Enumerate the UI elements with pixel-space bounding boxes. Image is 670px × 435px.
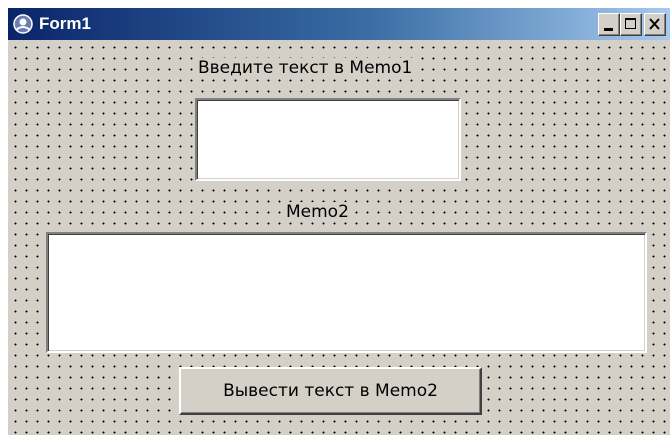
output-to-memo2-button[interactable]: Вывести текст в Memo2 — [179, 367, 482, 415]
memo2-input[interactable] — [46, 232, 647, 353]
memo1-label: Введите текст в Memo1 — [196, 58, 415, 78]
app-icon[interactable] — [12, 13, 34, 35]
form-client-area: Введите текст в Memo1 Memo2 Вывести текс… — [8, 40, 670, 435]
maximize-button[interactable] — [620, 13, 642, 36]
close-button[interactable] — [644, 13, 666, 36]
memo1-input[interactable] — [195, 98, 461, 181]
form-window: Form1 Введите текст в Memo1 Memo2 Вывест… — [8, 8, 670, 435]
window-title: Form1 — [39, 14, 91, 33]
memo2-label: Memo2 — [284, 202, 351, 222]
title-bar[interactable]: Form1 — [8, 8, 670, 40]
minimize-button[interactable] — [598, 13, 620, 36]
